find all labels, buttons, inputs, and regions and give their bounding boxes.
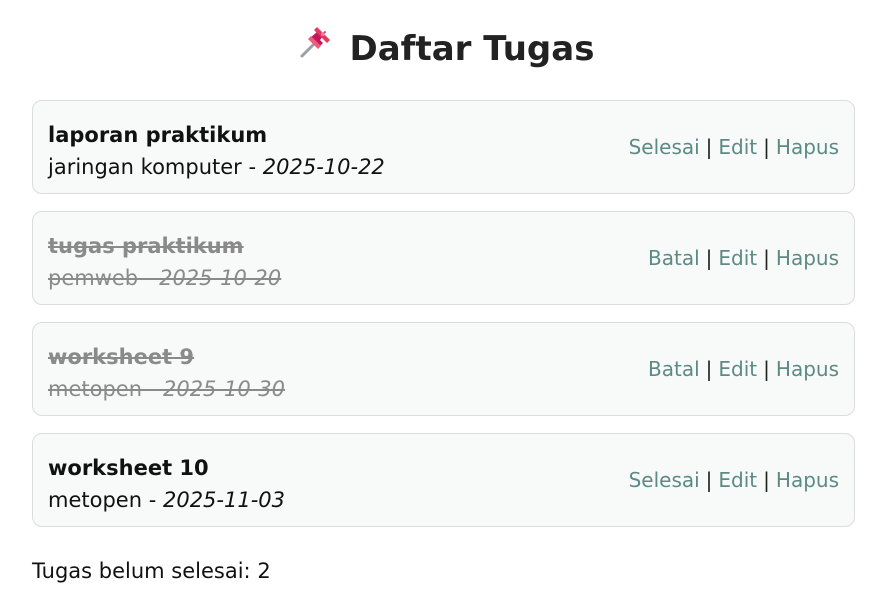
task-date: 2025-10-20	[159, 266, 282, 290]
task-meta: pemweb - 2025-10-20	[48, 262, 281, 294]
task-name: laporan praktikum	[48, 123, 268, 147]
task-card-done: worksheet 9 metopen - 2025-10-30 Batal |…	[32, 322, 855, 416]
pushpin-icon	[296, 21, 336, 74]
task-date: 2025-11-03	[162, 488, 286, 512]
task-date-separator: -	[241, 155, 263, 179]
complete-link[interactable]: Selesai	[629, 135, 700, 159]
undo-link[interactable]: Batal	[648, 357, 700, 381]
task-actions: Batal | Edit | Hapus	[648, 323, 839, 415]
task-course: metopen	[48, 377, 143, 401]
action-separator: |	[705, 135, 713, 159]
pending-count-label: Tugas belum selesai:	[32, 559, 251, 583]
task-name: tugas praktikum	[48, 234, 244, 258]
task-card: laporan praktikum jaringan komputer - 20…	[32, 100, 855, 194]
action-separator: |	[705, 357, 713, 381]
task-meta: jaringan komputer - 2025-10-22	[48, 151, 385, 183]
edit-link[interactable]: Edit	[718, 468, 757, 492]
action-separator: |	[763, 468, 770, 492]
task-course: metopen	[48, 488, 143, 512]
task-course: jaringan komputer	[48, 155, 242, 179]
task-meta: metopen - 2025-11-03	[48, 484, 285, 516]
task-name: worksheet 10	[48, 456, 209, 480]
edit-link[interactable]: Edit	[718, 135, 757, 159]
action-separator: |	[705, 246, 713, 270]
page-title: Daftar Tugas	[0, 24, 890, 77]
task-text: tugas praktikum pemweb - 2025-10-20	[48, 230, 281, 294]
delete-link[interactable]: Hapus	[776, 468, 839, 492]
task-date: 2025-10-30	[162, 377, 286, 401]
task-actions: Selesai | Edit | Hapus	[629, 101, 839, 193]
action-separator: |	[763, 246, 770, 270]
complete-link[interactable]: Selesai	[629, 468, 700, 492]
edit-link[interactable]: Edit	[718, 246, 757, 270]
task-date: 2025-10-22	[262, 155, 385, 179]
task-course: pemweb	[48, 266, 139, 290]
action-separator: |	[763, 135, 770, 159]
delete-link[interactable]: Hapus	[776, 135, 839, 159]
task-actions: Selesai | Edit | Hapus	[629, 434, 839, 526]
task-name: worksheet 9	[48, 345, 195, 369]
pending-count: Tugas belum selesai: 2	[32, 555, 271, 587]
pending-count-value: 2	[257, 559, 271, 583]
task-text: worksheet 10 metopen - 2025-11-03	[48, 452, 285, 516]
task-date-separator: -	[142, 488, 163, 512]
page-title-text: Daftar Tugas	[349, 29, 595, 69]
task-text: worksheet 9 metopen - 2025-10-30	[48, 341, 285, 405]
action-separator: |	[705, 468, 713, 492]
task-text: laporan praktikum jaringan komputer - 20…	[48, 119, 385, 183]
action-separator: |	[763, 357, 770, 381]
task-card: worksheet 10 metopen - 2025-11-03 Selesa…	[32, 433, 855, 527]
task-card-done: tugas praktikum pemweb - 2025-10-20 Bata…	[32, 211, 855, 305]
task-date-separator: -	[142, 377, 163, 401]
task-date-separator: -	[138, 266, 160, 290]
task-actions: Batal | Edit | Hapus	[648, 212, 839, 304]
task-meta: metopen - 2025-10-30	[48, 373, 285, 405]
delete-link[interactable]: Hapus	[776, 246, 839, 270]
edit-link[interactable]: Edit	[718, 357, 757, 381]
undo-link[interactable]: Batal	[648, 246, 700, 270]
delete-link[interactable]: Hapus	[776, 357, 839, 381]
